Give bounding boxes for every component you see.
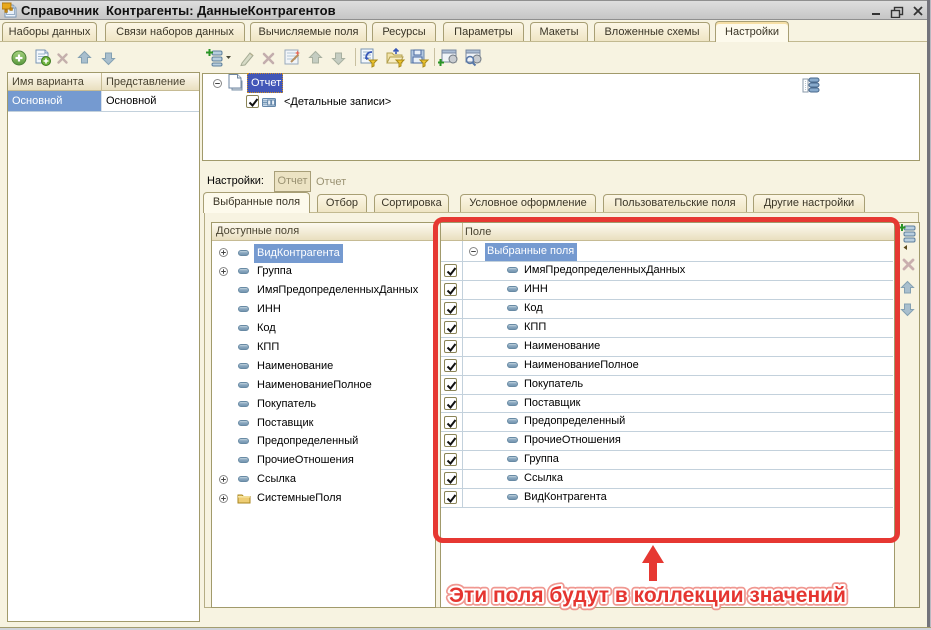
svg-text:Эти поля будут в коллекции зна: Эти поля будут в коллекции значений [449, 584, 846, 607]
